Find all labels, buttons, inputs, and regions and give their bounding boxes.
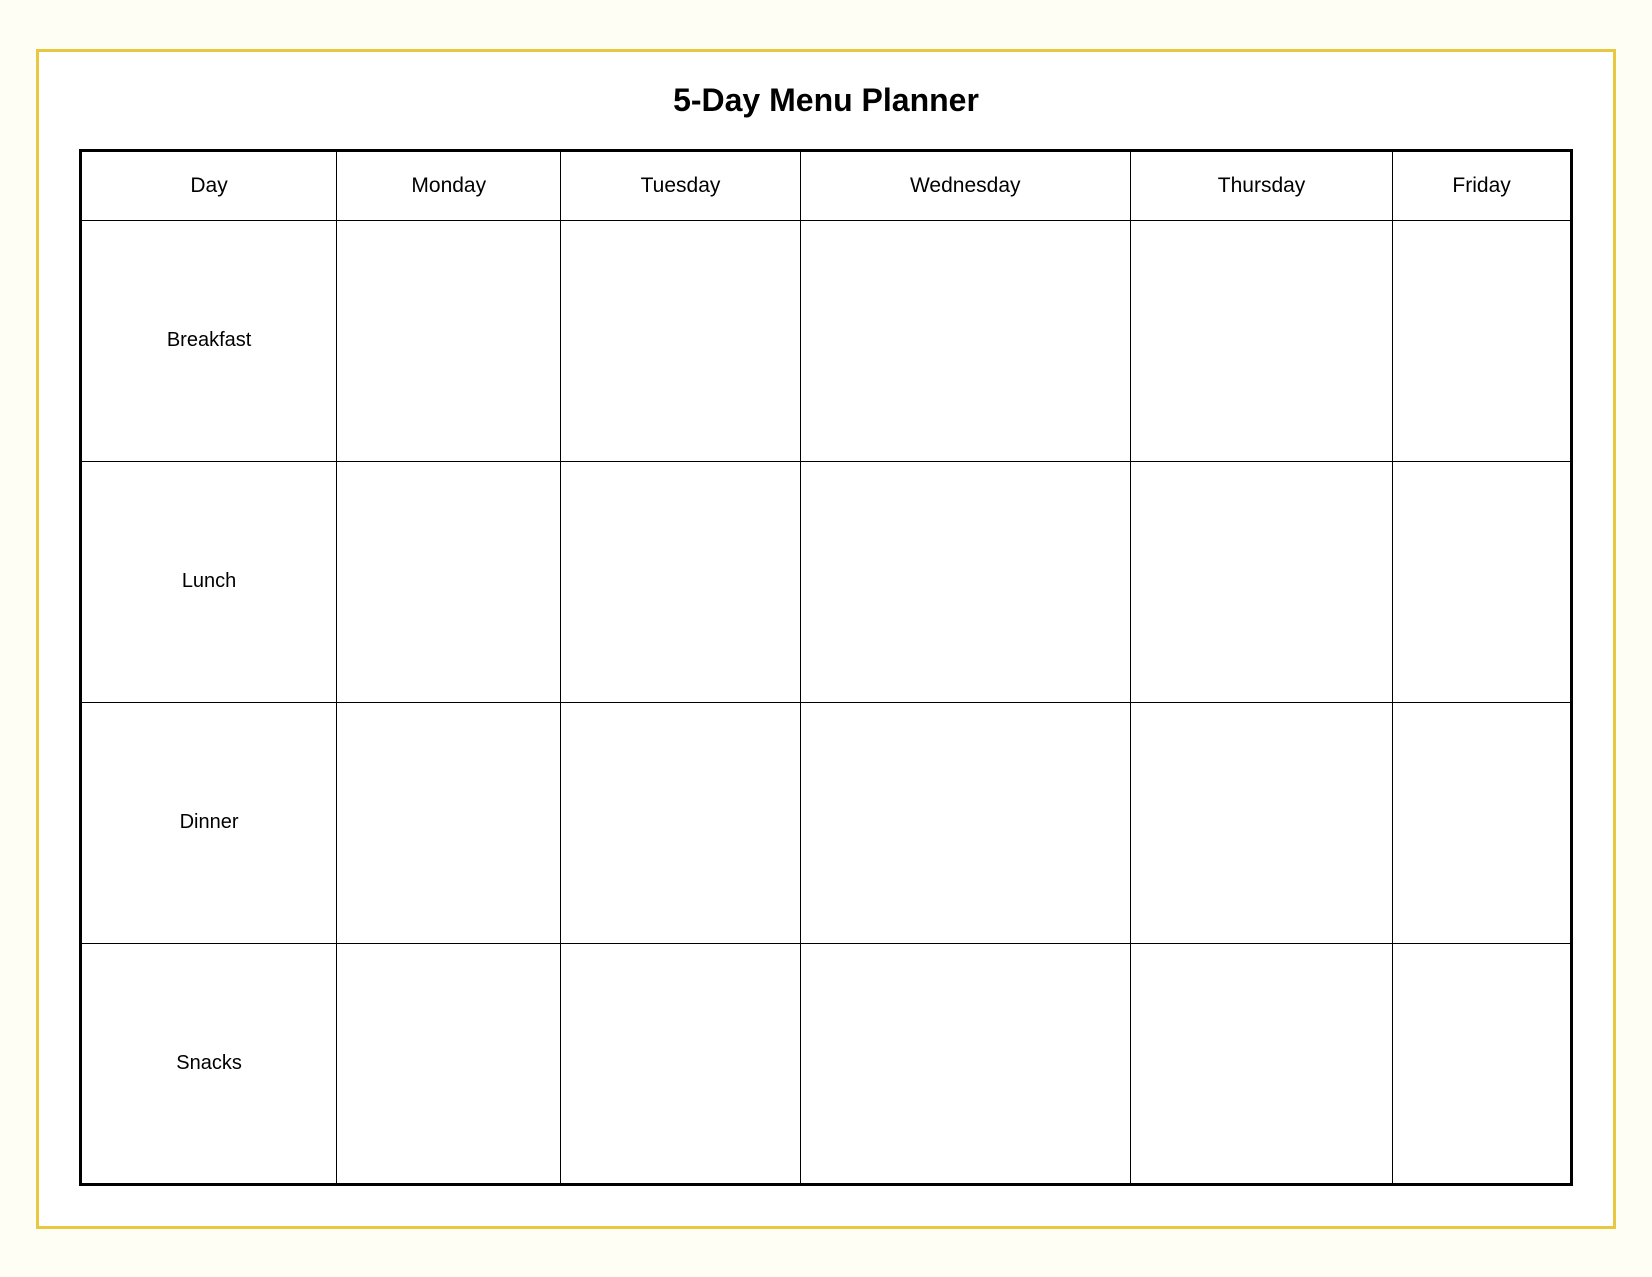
page-container: 5-Day Menu Planner DayMondayTuesdayWedne… (36, 49, 1616, 1229)
header-cell-day: Day (81, 150, 337, 220)
meal-cell[interactable] (1393, 220, 1572, 461)
table-body: BreakfastLunchDinnerSnacks (81, 220, 1572, 1184)
table-row: Lunch (81, 461, 1572, 702)
meal-cell[interactable] (1130, 702, 1392, 943)
planner-table: DayMondayTuesdayWednesdayThursdayFriday … (79, 149, 1573, 1186)
meal-cell[interactable] (561, 702, 800, 943)
header-cell-monday: Monday (337, 150, 561, 220)
header-cell-wednesday: Wednesday (800, 150, 1130, 220)
page-title: 5-Day Menu Planner (673, 82, 979, 119)
meal-cell[interactable] (800, 461, 1130, 702)
meal-cell[interactable] (1393, 461, 1572, 702)
meal-cell[interactable] (1130, 220, 1392, 461)
header-cell-thursday: Thursday (1130, 150, 1392, 220)
header-cell-friday: Friday (1393, 150, 1572, 220)
meal-cell[interactable] (1130, 943, 1392, 1184)
header-row: DayMondayTuesdayWednesdayThursdayFriday (81, 150, 1572, 220)
meal-cell[interactable] (800, 220, 1130, 461)
meal-cell[interactable] (1393, 943, 1572, 1184)
meal-label-dinner: Dinner (81, 702, 337, 943)
table-row: Dinner (81, 702, 1572, 943)
meal-cell[interactable] (800, 702, 1130, 943)
meal-cell[interactable] (561, 943, 800, 1184)
meal-cell[interactable] (561, 220, 800, 461)
header-cell-tuesday: Tuesday (561, 150, 800, 220)
table-row: Breakfast (81, 220, 1572, 461)
meal-label-snacks: Snacks (81, 943, 337, 1184)
meal-cell[interactable] (337, 220, 561, 461)
meal-cell[interactable] (337, 943, 561, 1184)
meal-cell[interactable] (1393, 702, 1572, 943)
meal-cell[interactable] (800, 943, 1130, 1184)
meal-label-breakfast: Breakfast (81, 220, 337, 461)
meal-cell[interactable] (337, 461, 561, 702)
table-row: Snacks (81, 943, 1572, 1184)
meal-cell[interactable] (1130, 461, 1392, 702)
meal-label-lunch: Lunch (81, 461, 337, 702)
meal-cell[interactable] (337, 702, 561, 943)
meal-cell[interactable] (561, 461, 800, 702)
